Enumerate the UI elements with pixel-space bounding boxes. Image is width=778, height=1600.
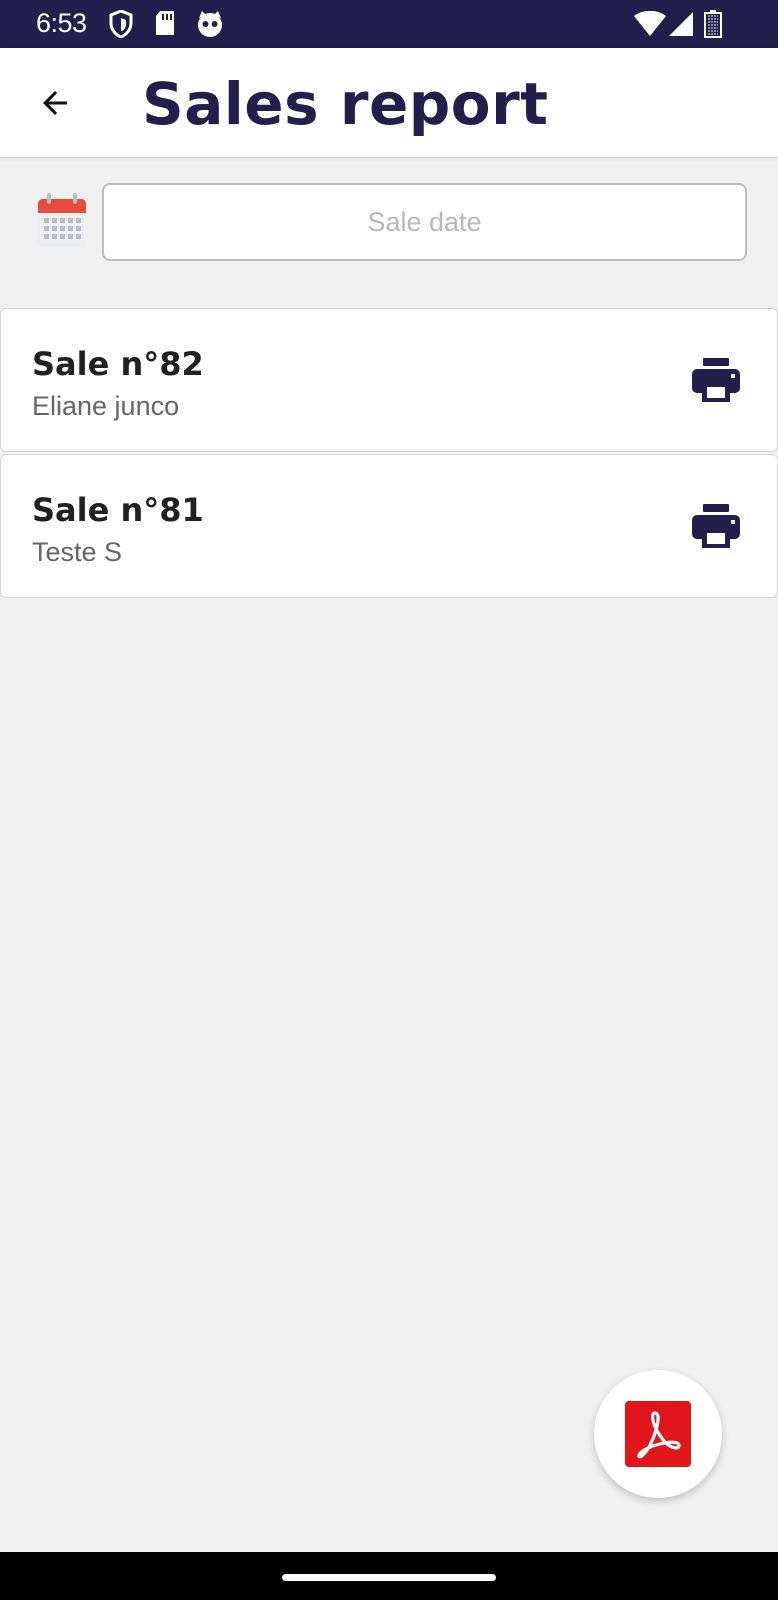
wifi-icon — [634, 11, 666, 36]
status-bar: 6:53 — [0, 0, 778, 48]
signal-icon — [669, 12, 693, 36]
battery-icon — [704, 10, 722, 38]
pdf-icon — [625, 1401, 691, 1467]
printer-icon — [692, 504, 740, 548]
calendar-icon[interactable] — [37, 193, 87, 249]
sale-customer: Teste S — [32, 537, 123, 567]
sale-title: Sale n°82 — [32, 345, 204, 383]
sale-title: Sale n°81 — [32, 491, 204, 529]
printer-icon — [692, 358, 740, 402]
home-indicator[interactable] — [282, 1574, 496, 1581]
export-pdf-button[interactable] — [594, 1370, 722, 1498]
sale-card[interactable]: Sale n°82 Eliane junco — [0, 308, 778, 452]
navigation-bar — [0, 1552, 778, 1600]
print-button[interactable] — [691, 357, 741, 403]
print-button[interactable] — [691, 503, 741, 549]
sale-customer: Eliane junco — [32, 391, 180, 421]
page-title: Sales report — [142, 70, 549, 138]
app-bar: Sales report — [0, 48, 778, 158]
sd-card-icon — [156, 11, 174, 35]
cat-face-icon — [198, 11, 222, 37]
arrow-left-icon — [43, 91, 67, 115]
sale-card[interactable]: Sale n°81 Teste S — [0, 454, 778, 598]
back-button[interactable] — [30, 78, 80, 128]
status-time: 6:53 — [36, 8, 87, 38]
shield-icon — [109, 10, 133, 38]
sale-date-field[interactable] — [102, 183, 747, 261]
